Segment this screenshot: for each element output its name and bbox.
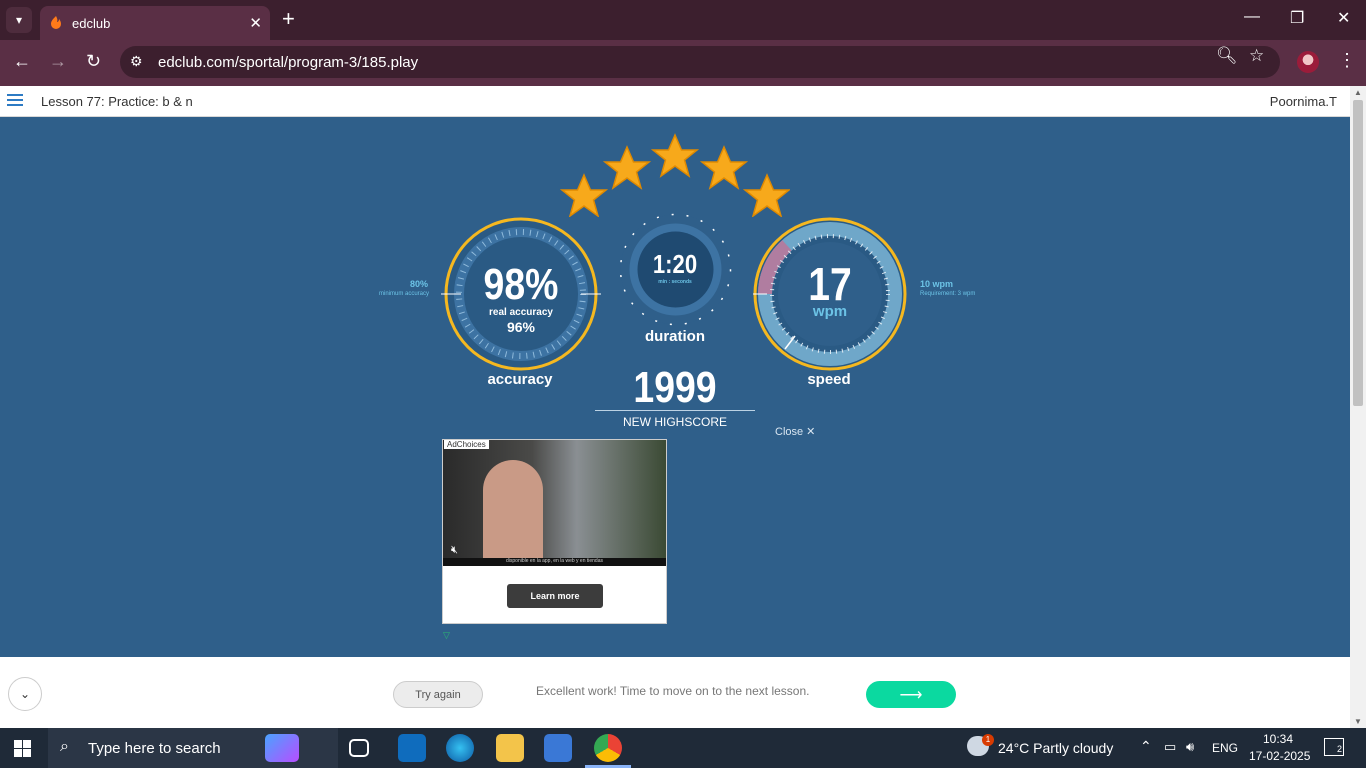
close-results-link[interactable]: Close ✕ (775, 425, 815, 438)
weather-badge: 1 (982, 734, 994, 746)
highscore-label: NEW HIGHSCORE (622, 415, 727, 429)
highscore-divider (595, 410, 755, 411)
try-again-button[interactable]: Try again (393, 681, 483, 708)
ad-video-person (483, 460, 543, 566)
outlook-icon[interactable] (398, 734, 426, 762)
site-info-icon[interactable]: ⚙ (130, 53, 143, 70)
windows-start-icon[interactable] (14, 740, 31, 757)
chrome-icon[interactable] (594, 734, 622, 762)
url-text: edclub.com/sportal/program-3/185.play (158, 53, 419, 71)
weather-text[interactable]: 24°C Partly cloudy (998, 740, 1113, 756)
real-accuracy-label: real accuracy (489, 307, 553, 318)
scrollbar-thumb[interactable] (1353, 100, 1363, 406)
minimize-button[interactable]: — (1244, 8, 1260, 26)
duration-unit: min : seconds (658, 279, 692, 285)
tab-title: edclub (72, 15, 111, 31)
ad-learn-more-button[interactable]: Learn more (507, 584, 603, 608)
lesson-footer: ⌄ Try again Excellent work! Time to move… (0, 657, 1350, 728)
star-rating (560, 133, 790, 217)
hamburger-icon[interactable] (7, 94, 23, 106)
forward-icon[interactable]: → (49, 51, 67, 72)
battery-icon[interactable]: ▭ (1164, 739, 1176, 755)
scroll-down-icon[interactable]: ▼ (1354, 717, 1362, 726)
bookmark-star-icon[interactable]: ☆ (1249, 46, 1264, 66)
advertisement[interactable]: AdChoices 🔇︎ disponible en la app, en la… (442, 439, 667, 624)
accuracy-label: accuracy (487, 371, 553, 388)
edge-icon[interactable] (446, 734, 474, 762)
browser-tab[interactable]: edclub ✕ (40, 6, 270, 40)
speed-unit: wpm (812, 303, 848, 320)
results-panel: 98% real accuracy 96% accuracy 80% minim… (0, 117, 1350, 657)
new-tab-button[interactable]: + (282, 8, 295, 30)
speed-requirement-label: Requirement: 3 wpm (920, 291, 976, 297)
microsoft-store-icon[interactable] (544, 734, 572, 762)
close-window-button[interactable]: ✕ (1337, 8, 1350, 28)
chevron-down-icon[interactable]: ⌄ (8, 677, 42, 711)
windows-taskbar: ⌕ Type here to search 1 24°C Partly clou… (0, 728, 1366, 768)
volume-icon[interactable]: 🔊︎ (1186, 739, 1194, 755)
star-icon (699, 145, 749, 190)
tab-close-button[interactable]: ✕ (249, 14, 262, 32)
lesson-title: Lesson 77: Practice: b & n (41, 94, 193, 109)
ad-flag-icon[interactable]: ▽ (443, 630, 450, 641)
search-icon: ⌕ (60, 738, 69, 755)
address-bar[interactable]: ⚙ edclub.com/sportal/program-3/185.play (120, 46, 1280, 78)
zoom-icon[interactable]: 🔍︎ (1216, 46, 1238, 66)
ad-choices-badge[interactable]: AdChoices (444, 440, 489, 449)
mute-icon[interactable]: 🔇︎ (451, 544, 458, 557)
clock-time[interactable]: 10:34 (1263, 732, 1293, 746)
app-header: Lesson 77: Practice: b & n Poornima.T (0, 86, 1350, 117)
notifications-button[interactable]: 2 (1324, 738, 1344, 756)
next-lesson-button[interactable]: ⟶ (866, 681, 956, 708)
duration-label: duration (645, 328, 705, 345)
page-scrollbar[interactable]: ▲ ▼ (1350, 86, 1366, 728)
minimum-accuracy-value: 80% (410, 279, 429, 289)
star-icon (650, 133, 700, 178)
user-name[interactable]: Poornima.T (1270, 94, 1337, 109)
accuracy-value: 98% (483, 260, 559, 309)
language-indicator[interactable]: ENG (1212, 741, 1238, 755)
tab-list-icon[interactable]: ▾ (6, 7, 32, 33)
duration-value: 1:20 (652, 249, 698, 279)
profile-avatar[interactable] (1297, 51, 1319, 73)
file-explorer-icon[interactable] (496, 734, 524, 762)
browser-titlebar: ▾ edclub ✕ + — ❐ ✕ (0, 0, 1366, 40)
clock-date[interactable]: 17-02-2025 (1249, 749, 1310, 763)
speed-requirement-value: 10 wpm (920, 279, 954, 289)
browser-toolbar: ← → ↻ ⚙ edclub.com/sportal/program-3/185… (0, 40, 1366, 86)
restore-button[interactable]: ❐ (1290, 8, 1304, 28)
back-icon[interactable]: ← (13, 51, 31, 72)
speed-label: speed (807, 371, 851, 388)
ad-caption: disponible en la app, en la web y en tie… (443, 558, 666, 566)
reload-icon[interactable]: ↻ (86, 51, 101, 72)
edclub-favicon (51, 16, 61, 29)
highscore-value: 1999 (633, 363, 717, 412)
widgets-icon[interactable] (265, 734, 299, 762)
completion-message: Excellent work! Time to move on to the n… (536, 684, 810, 698)
minimum-accuracy-label: minimum accuracy (379, 291, 430, 297)
taskbar-search-placeholder: Type here to search (88, 739, 221, 757)
scroll-up-icon[interactable]: ▲ (1354, 88, 1362, 97)
ad-video[interactable]: AdChoices 🔇︎ disponible en la app, en la… (443, 440, 666, 566)
real-accuracy-value: 96% (506, 319, 536, 335)
show-hidden-icons[interactable]: ⌃ (1140, 738, 1152, 755)
task-view-icon[interactable] (349, 739, 369, 757)
star-icon (602, 145, 652, 190)
menu-kebab-icon[interactable]: ⋮ (1338, 50, 1356, 71)
